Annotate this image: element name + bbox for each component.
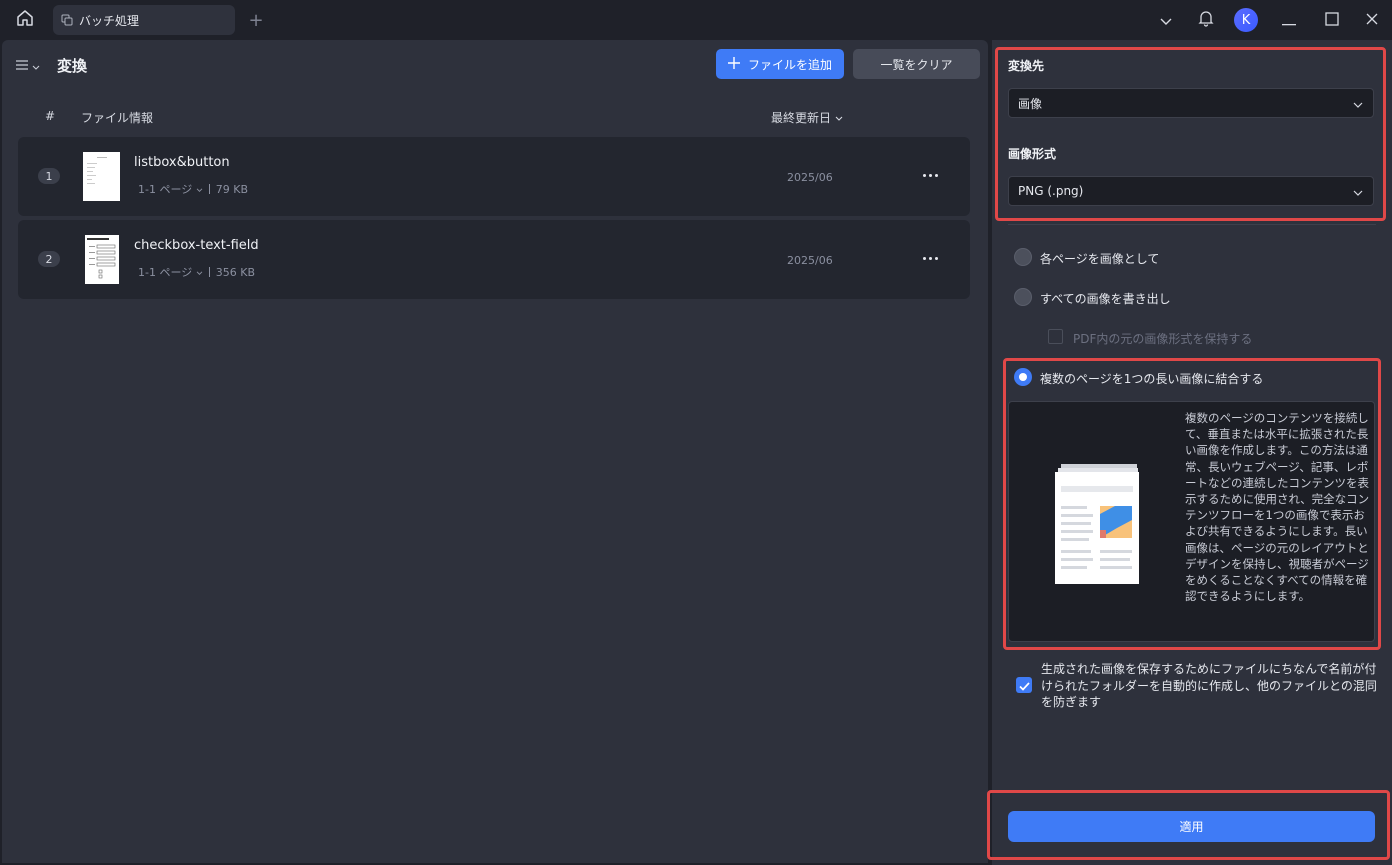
- file-thumbnail: [83, 152, 120, 201]
- target-select[interactable]: 画像: [1008, 88, 1374, 118]
- separator: [208, 184, 210, 194]
- file-name: checkbox-text-field: [134, 238, 259, 253]
- file-name: listbox&button: [134, 155, 230, 170]
- file-thumbnail: [85, 235, 119, 284]
- file-date: 2025/06: [787, 254, 833, 267]
- format-label: 画像形式: [1008, 147, 1057, 161]
- combine-description-box: 複数のページのコンテンツを接続して、垂直または水平に拡張された長い画像を作成しま…: [1008, 401, 1375, 642]
- column-file-info: ファイル情報: [81, 111, 154, 125]
- home-icon: [15, 8, 35, 32]
- more-options-button[interactable]: [918, 248, 942, 268]
- table-row[interactable]: 2 checkbox-text-field 1-1 ページ 356 KB 202…: [18, 220, 970, 299]
- column-index: #: [45, 109, 56, 123]
- chevron-down-icon: [835, 111, 843, 125]
- avatar-button[interactable]: K: [1226, 0, 1266, 40]
- close-icon: [1365, 11, 1379, 30]
- dropdown-button[interactable]: [1146, 0, 1186, 40]
- apply-button[interactable]: 適用: [1008, 811, 1375, 842]
- divider: [1008, 224, 1376, 225]
- file-meta: 1-1 ページ 356 KB: [138, 264, 255, 280]
- plus-icon: +: [248, 9, 264, 31]
- tab-label: バッチ処理: [79, 13, 140, 28]
- avatar: K: [1234, 8, 1258, 32]
- row-index: 1: [38, 168, 60, 184]
- add-files-label: ファイルを追加: [747, 57, 832, 72]
- row-index: 2: [38, 251, 60, 267]
- option-each-page-label: 各ページを画像として: [1040, 252, 1160, 266]
- chevron-down-icon: [32, 56, 40, 75]
- column-modified[interactable]: 最終更新日: [771, 109, 843, 126]
- page-title: 変換: [57, 57, 88, 75]
- title-bar: バッチ処理 + K: [0, 0, 1392, 40]
- table-row[interactable]: 1 listbox&button 1-1 ページ 79 KB 2025/06: [18, 137, 970, 216]
- file-meta: 1-1 ページ 79 KB: [138, 181, 248, 197]
- combine-description: 複数のページのコンテンツを接続して、垂直または水平に拡張された長い画像を作成しま…: [1185, 411, 1370, 604]
- file-list-panel: 変換 ファイルを追加 一覧をクリア # ファイル情報 最終更新日 1 listb…: [2, 40, 988, 863]
- file-size: 356 KB: [215, 265, 256, 279]
- close-button[interactable]: [1352, 0, 1392, 40]
- maximize-button[interactable]: [1312, 0, 1352, 40]
- bell-icon: [1197, 9, 1215, 31]
- separator: [208, 267, 210, 277]
- chevron-down-icon: [1159, 11, 1173, 30]
- tab-batch[interactable]: バッチ処理: [53, 5, 235, 35]
- column-modified-label: 最終更新日: [771, 111, 832, 125]
- option-combine-label: 複数のページを1つの長い画像に結合する: [1040, 372, 1264, 386]
- target-label: 変換先: [1008, 59, 1045, 73]
- target-value: 画像: [1018, 96, 1043, 111]
- auto-folder-label: 生成された画像を保存するためにファイルにちなんで名前が付けられたフォルダーを自動…: [1041, 662, 1377, 709]
- plus-icon: [727, 56, 740, 72]
- radio-combine[interactable]: [1014, 368, 1032, 386]
- radio-each-page[interactable]: [1014, 248, 1032, 266]
- page-range[interactable]: 1-1 ページ: [138, 264, 203, 280]
- hamburger-icon: [16, 56, 28, 75]
- checkmark-icon: [1018, 676, 1030, 695]
- chevron-down-icon: [1353, 186, 1363, 200]
- page-range[interactable]: 1-1 ページ: [138, 181, 203, 197]
- format-select[interactable]: PNG (.png): [1008, 176, 1374, 206]
- notification-button[interactable]: [1186, 0, 1226, 40]
- maximize-icon: [1325, 11, 1339, 30]
- settings-panel: 変換先 画像 画像形式 PNG (.png) 各ページを画像として すべての画像…: [987, 40, 1392, 865]
- more-options-button[interactable]: [918, 165, 942, 185]
- home-button[interactable]: [12, 8, 38, 32]
- add-files-button[interactable]: ファイルを追加: [716, 49, 844, 79]
- add-tab-button[interactable]: +: [246, 9, 266, 31]
- radio-export-all[interactable]: [1014, 288, 1032, 306]
- option-export-all-label: すべての画像を書き出し: [1040, 292, 1171, 306]
- checkbox-keep-format[interactable]: [1048, 329, 1063, 344]
- minimize-icon: [1282, 11, 1296, 30]
- format-value: PNG (.png): [1018, 184, 1084, 198]
- option-keep-format-label: PDF内の元の画像形式を保持する: [1073, 332, 1253, 346]
- menu-button[interactable]: [16, 56, 40, 75]
- chevron-down-icon: [1353, 98, 1363, 112]
- window-controls: K: [1146, 0, 1392, 40]
- file-size: 79 KB: [215, 182, 249, 196]
- minimize-button[interactable]: [1266, 0, 1312, 40]
- file-date: 2025/06: [787, 171, 833, 184]
- checkbox-auto-folder[interactable]: [1016, 677, 1032, 693]
- clear-list-button[interactable]: 一覧をクリア: [853, 49, 980, 79]
- batch-icon: [61, 14, 73, 26]
- long-image-illustration: [1053, 464, 1143, 588]
